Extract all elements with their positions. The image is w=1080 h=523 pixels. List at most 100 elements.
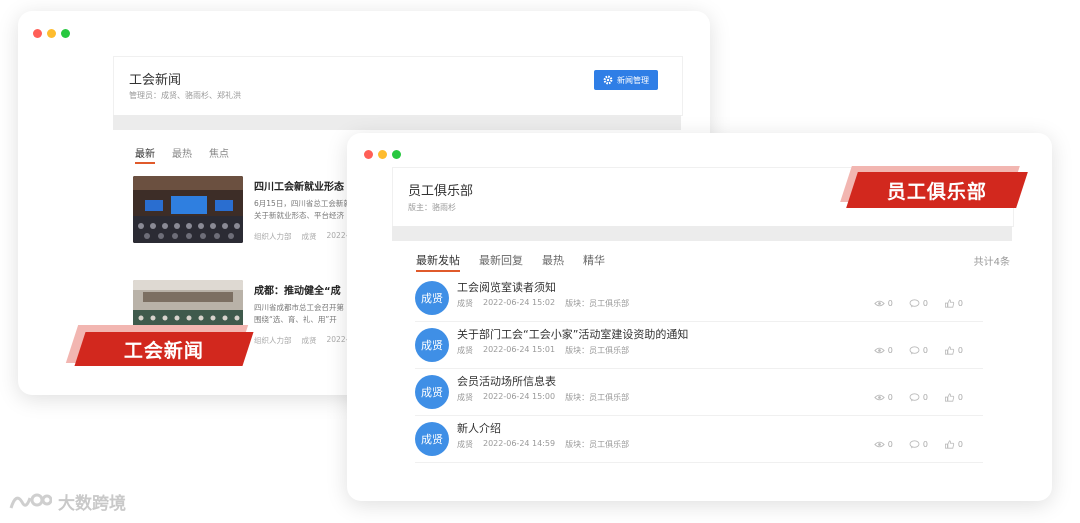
post-title[interactable]: 新人介绍	[457, 420, 501, 436]
likes-stat[interactable]: 0	[944, 393, 963, 402]
minimize-dot[interactable]	[47, 29, 56, 38]
eye-icon	[873, 300, 885, 307]
post-board: 版块：员工俱乐部	[565, 346, 630, 355]
comment-icon	[909, 299, 920, 308]
tab-latest-posts[interactable]: 最新发帖	[416, 252, 460, 272]
post-author: 成贤	[457, 440, 473, 449]
post-meta: 成贤 2022-06-24 14:59 版块：员工俱乐部	[457, 439, 629, 450]
likes-count: 0	[957, 440, 963, 449]
thumbs-up-icon	[944, 346, 955, 355]
post-stats: 0 0 0	[873, 346, 963, 355]
post-author: 成贤	[457, 346, 473, 355]
post-stats: 0 0 0	[873, 440, 963, 449]
watermark-logo-icon	[9, 493, 52, 509]
post-author: 成贤	[457, 393, 473, 402]
views-stat: 0	[873, 393, 893, 402]
likes-count: 0	[957, 346, 963, 355]
comments-stat: 0	[909, 346, 928, 355]
post-row[interactable]: 成贤 工会阅览室读者须知 成贤 2022-06-24 15:02 版块：员工俱乐…	[415, 275, 983, 322]
news-item-author: 成贤	[301, 336, 317, 345]
post-meta: 成贤 2022-06-24 15:01 版块：员工俱乐部	[457, 345, 629, 356]
close-dot[interactable]	[364, 150, 373, 159]
comments-stat: 0	[909, 393, 928, 402]
post-total: 共计4条	[973, 257, 1010, 268]
post-stats: 0 0 0	[873, 299, 963, 308]
club-tabs: 最新发帖 最新回复 最热 精华	[416, 252, 605, 272]
avatar[interactable]: 成贤	[415, 375, 449, 409]
window-controls	[33, 29, 70, 38]
views-count: 0	[887, 393, 893, 402]
post-title[interactable]: 关于部门工会“工会小家”活动室建设资助的通知	[457, 326, 688, 342]
divider	[113, 115, 681, 130]
news-item-title[interactable]: 四川工会新就业形态	[254, 178, 344, 193]
minimize-dot[interactable]	[378, 150, 387, 159]
thumbs-up-icon	[944, 440, 955, 449]
post-board: 版块：员工俱乐部	[565, 393, 630, 402]
news-item-author: 成贤	[301, 232, 317, 241]
divider	[392, 226, 1012, 241]
post-title[interactable]: 会员活动场所信息表	[457, 373, 556, 389]
news-item-date: 2022-	[326, 231, 349, 240]
maximize-dot[interactable]	[61, 29, 70, 38]
thumbs-up-icon	[944, 299, 955, 308]
news-manage-label: 新闻管理	[617, 75, 649, 85]
news-header: 工会新闻 管理员：成贤、骆雨杉、郑礼洪 新闻管理	[113, 56, 683, 116]
news-item-meta: 组织人力部 成贤 2022-	[254, 231, 348, 242]
watermark-label: 大数跨境	[58, 493, 126, 514]
avatar[interactable]: 成贤	[415, 422, 449, 456]
post-title[interactable]: 工会阅览室读者须知	[457, 279, 556, 295]
news-ribbon: 工会新闻	[74, 332, 254, 366]
club-title: 员工俱乐部	[408, 184, 474, 199]
comments-stat: 0	[909, 299, 928, 308]
post-stats: 0 0 0	[873, 393, 963, 402]
post-meta: 成贤 2022-06-24 15:00 版块：员工俱乐部	[457, 392, 629, 403]
views-stat: 0	[873, 299, 893, 308]
avatar[interactable]: 成贤	[415, 281, 449, 315]
post-row[interactable]: 成贤 新人介绍 成贤 2022-06-24 14:59 版块：员工俱乐部 0 0…	[415, 416, 983, 463]
comments-count: 0	[922, 299, 928, 308]
views-count: 0	[887, 299, 893, 308]
news-admins: 管理员：成贤、骆雨杉、郑礼洪	[129, 91, 241, 100]
news-title: 工会新闻	[129, 73, 182, 88]
news-item-date: 2022-	[326, 335, 349, 344]
comments-count: 0	[922, 346, 928, 355]
likes-stat[interactable]: 0	[944, 346, 963, 355]
maximize-dot[interactable]	[392, 150, 401, 159]
club-ribbon: 员工俱乐部	[846, 172, 1028, 208]
news-item-title[interactable]: 成都：推动健全“成	[254, 282, 341, 297]
tab-hot[interactable]: 最热	[172, 145, 192, 164]
post-board: 版块：员工俱乐部	[565, 440, 630, 449]
likes-stat[interactable]: 0	[944, 440, 963, 449]
views-count: 0	[887, 440, 893, 449]
post-board: 版块：员工俱乐部	[565, 299, 630, 308]
tab-latest-replies[interactable]: 最新回复	[479, 252, 523, 272]
likes-stat[interactable]: 0	[944, 299, 963, 308]
post-row[interactable]: 成贤 关于部门工会“工会小家”活动室建设资助的通知 成贤 2022-06-24 …	[415, 322, 983, 369]
comments-count: 0	[922, 440, 928, 449]
news-thumbnail[interactable]	[133, 176, 243, 243]
window-controls	[364, 150, 401, 159]
comments-count: 0	[922, 393, 928, 402]
close-dot[interactable]	[33, 29, 42, 38]
tab-latest[interactable]: 最新	[135, 145, 155, 164]
eye-icon	[873, 347, 885, 354]
comment-icon	[909, 440, 920, 449]
views-stat: 0	[873, 346, 893, 355]
news-manage-button[interactable]: 新闻管理	[594, 70, 658, 90]
tab-hot[interactable]: 最热	[542, 252, 564, 272]
post-time: 2022-06-24 15:02	[483, 298, 556, 307]
views-count: 0	[887, 346, 893, 355]
news-tabs: 最新 最热 焦点	[135, 145, 229, 164]
club-panel: 员工俱乐部 版主：骆雨杉 最新发帖 最新回复 最热 精华 共计4条 成贤 工会阅…	[392, 167, 1014, 501]
likes-count: 0	[957, 393, 963, 402]
tab-focus[interactable]: 焦点	[209, 145, 229, 164]
avatar[interactable]: 成贤	[415, 328, 449, 362]
post-time: 2022-06-24 15:01	[483, 345, 556, 354]
watermark: 大数跨境	[8, 488, 126, 514]
post-row[interactable]: 成贤 会员活动场所信息表 成贤 2022-06-24 15:00 版块：员工俱乐…	[415, 369, 983, 416]
news-item-org: 组织人力部	[254, 232, 292, 241]
tab-featured[interactable]: 精华	[583, 252, 605, 272]
post-author: 成贤	[457, 299, 473, 308]
comment-icon	[909, 346, 920, 355]
eye-icon	[873, 394, 885, 401]
